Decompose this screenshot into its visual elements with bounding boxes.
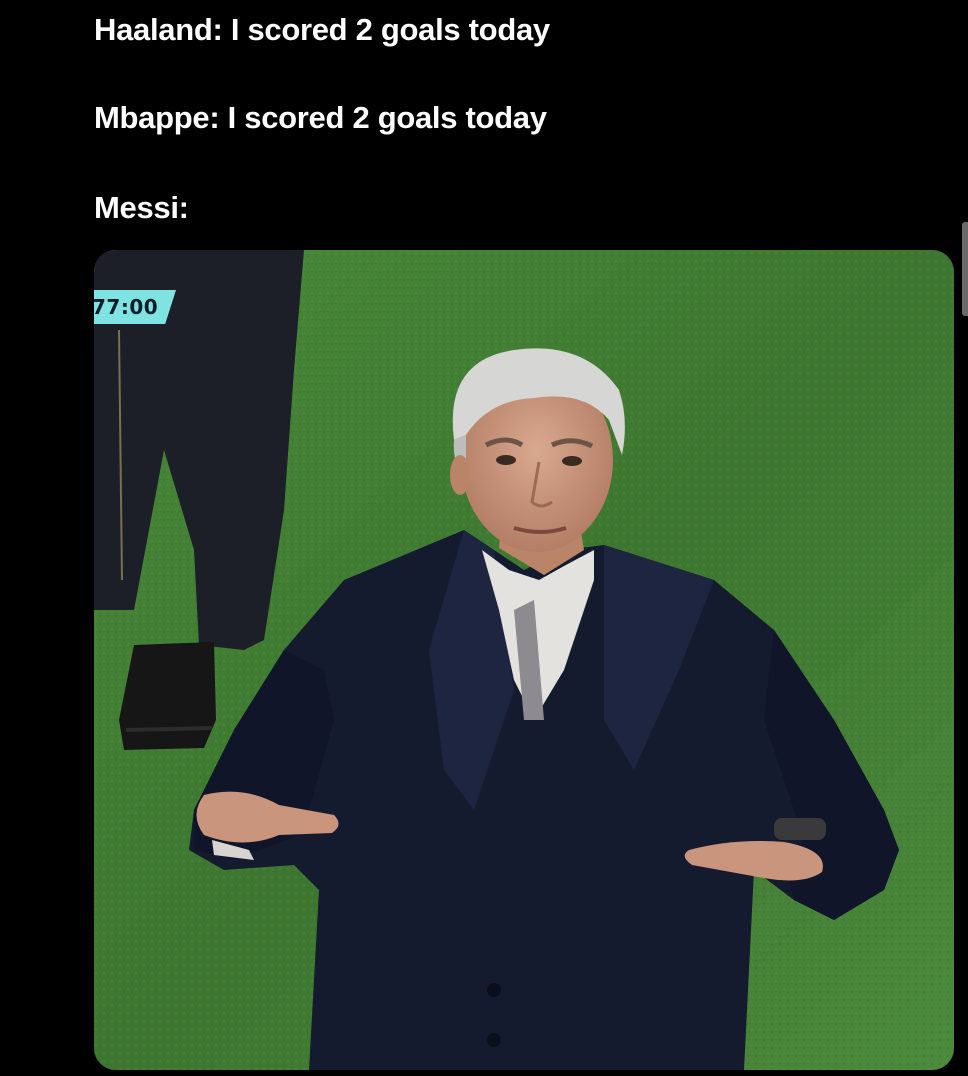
- scrollbar-thumb[interactable]: [962, 222, 968, 316]
- caption-line-messi: Messi:: [94, 190, 189, 225]
- caption-line-haaland: Haaland: I scored 2 goals today: [94, 12, 550, 47]
- photo-illustration: [94, 250, 954, 1070]
- match-clock-text: 77:00: [94, 295, 159, 319]
- match-clock-badge: 77:00: [94, 290, 176, 324]
- caption-line-mbappe: Mbappe: I scored 2 goals today: [94, 100, 547, 135]
- meme-photo[interactable]: 77:00: [94, 250, 954, 1070]
